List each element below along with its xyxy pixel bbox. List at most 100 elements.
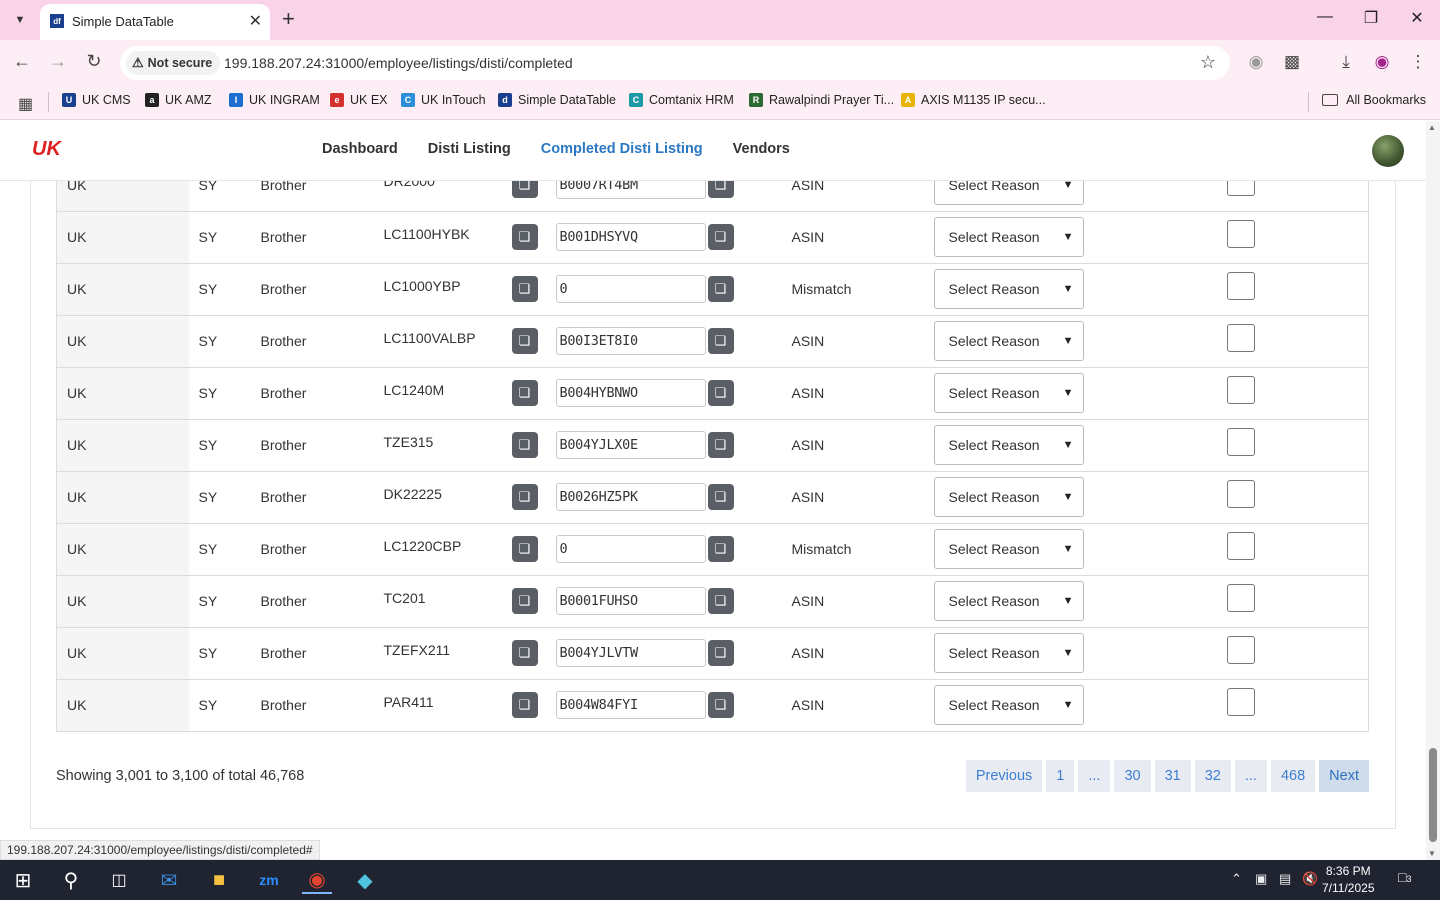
nav-dashboard[interactable]: Dashboard [322, 141, 398, 157]
bookmark-item[interactable]: d Simple DataTable [498, 93, 616, 107]
volume-muted-icon[interactable]: 🔇 [1302, 871, 1318, 887]
page-button-32[interactable]: 32 [1194, 760, 1231, 792]
nav-vendors[interactable]: Vendors [733, 141, 790, 157]
bookmark-item[interactable]: R Rawalpindi Prayer Ti... [749, 93, 894, 107]
asin-input[interactable]: B001DHSYVQ [555, 223, 706, 251]
copy-part-icon[interactable]: ❏ [511, 432, 538, 458]
scroll-down-icon[interactable]: ▼ [1428, 849, 1436, 858]
security-chip[interactable]: ⚠ Not secure [126, 51, 221, 75]
translate-icon[interactable]: ◉ [1244, 52, 1268, 72]
bookmark-item[interactable]: a UK AMZ [145, 93, 212, 107]
back-icon[interactable]: ← [10, 51, 34, 72]
reason-select[interactable]: Select Reason ▼ [933, 477, 1084, 517]
copy-asin-icon[interactable]: ❏ [707, 640, 734, 666]
new-tab-icon[interactable]: + [282, 7, 295, 31]
row-checkbox[interactable] [1226, 688, 1255, 716]
asin-input[interactable]: B004YJLVTW [555, 639, 706, 667]
copy-asin-icon[interactable]: ❏ [707, 692, 734, 718]
windows-start-icon[interactable]: ⊞ [8, 866, 38, 894]
forward-icon[interactable]: → [46, 51, 70, 72]
asin-input[interactable]: B00I3ET8I0 [555, 327, 706, 355]
file-explorer-icon[interactable]: ■ [204, 866, 234, 894]
copy-asin-icon[interactable]: ❏ [707, 328, 734, 354]
notifications-icon[interactable]: □3 [1398, 869, 1411, 885]
copy-asin-icon[interactable]: ❏ [707, 380, 734, 406]
app-diamond-icon[interactable]: ◆ [350, 866, 380, 894]
reason-select[interactable]: Select Reason ▼ [933, 425, 1084, 465]
page-button-31[interactable]: 31 [1154, 760, 1191, 792]
scroll-thumb[interactable] [1429, 748, 1437, 842]
reload-icon[interactable]: ↻ [82, 51, 106, 72]
tray-chevron-icon[interactable]: ⌃ [1231, 871, 1242, 887]
page-button-30[interactable]: 30 [1114, 760, 1151, 792]
outlook-icon[interactable]: ✉ [154, 866, 184, 894]
user-avatar[interactable] [1372, 135, 1404, 167]
all-bookmarks-button[interactable]: All Bookmarks [1322, 93, 1426, 107]
row-checkbox[interactable] [1226, 428, 1255, 456]
bookmark-item[interactable]: U UK CMS [62, 93, 131, 107]
download-icon[interactable]: ⤓ [1334, 52, 1358, 72]
reason-select[interactable]: Select Reason ▼ [933, 321, 1084, 361]
page-button-next[interactable]: Next [1319, 760, 1369, 792]
page-scrollbar[interactable]: ▲ ▼ [1426, 121, 1440, 860]
copy-asin-icon[interactable]: ❏ [707, 588, 734, 614]
row-checkbox[interactable] [1226, 636, 1255, 664]
reason-select[interactable]: Select Reason ▼ [933, 633, 1084, 673]
reason-select[interactable]: Select Reason ▼ [933, 373, 1084, 413]
chrome-icon[interactable]: ◉ [302, 866, 332, 894]
copy-part-icon[interactable]: ❏ [511, 692, 538, 718]
asin-input[interactable]: B0026HZ5PK [555, 483, 706, 511]
row-checkbox[interactable] [1226, 532, 1255, 560]
row-checkbox[interactable] [1226, 376, 1255, 404]
copy-part-icon[interactable]: ❏ [511, 588, 538, 614]
reason-select[interactable]: Select Reason ▼ [933, 181, 1084, 205]
row-checkbox[interactable] [1226, 480, 1255, 508]
url-text[interactable]: 199.188.207.24:31000/employee/listings/d… [224, 55, 573, 71]
maximize-icon[interactable]: ❐ [1359, 8, 1383, 28]
asin-input[interactable]: B004W84FYI [555, 691, 706, 719]
row-checkbox[interactable] [1226, 272, 1255, 300]
asin-input[interactable]: 0 [555, 535, 706, 563]
row-checkbox[interactable] [1226, 324, 1255, 352]
system-clock[interactable]: 8:36 PM 7/11/2025 [1322, 863, 1375, 897]
minimize-icon[interactable]: — [1313, 8, 1337, 26]
page-button-previous[interactable]: Previous [965, 760, 1043, 792]
copy-asin-icon[interactable]: ❏ [707, 432, 734, 458]
scroll-up-icon[interactable]: ▲ [1428, 123, 1436, 132]
copy-part-icon[interactable]: ❏ [511, 276, 538, 302]
address-bar[interactable]: ⚠ Not secure 199.188.207.24:31000/employ… [120, 46, 1230, 80]
copy-asin-icon[interactable]: ❏ [707, 181, 734, 198]
asin-input[interactable]: B0001FUHSO [555, 587, 706, 615]
bookmark-item[interactable]: A AXIS M1135 IP secu... [901, 93, 1046, 107]
copy-part-icon[interactable]: ❏ [511, 380, 538, 406]
close-tab-icon[interactable]: ✕ [249, 11, 262, 31]
browser-tab[interactable]: df Simple DataTable ✕ [40, 4, 270, 40]
row-checkbox[interactable] [1226, 220, 1255, 248]
window-close-icon[interactable]: ✕ [1405, 8, 1429, 28]
bookmark-item[interactable]: e UK EX [330, 93, 388, 107]
reason-select[interactable]: Select Reason ▼ [933, 269, 1084, 309]
reason-select[interactable]: Select Reason ▼ [933, 685, 1084, 725]
extensions-icon[interactable]: ▩ [1280, 52, 1304, 72]
copy-asin-icon[interactable]: ❏ [707, 536, 734, 562]
bookmark-star-icon[interactable]: ☆ [1200, 52, 1216, 73]
asin-input[interactable]: B004YJLX0E [555, 431, 706, 459]
menu-icon[interactable]: ⋮ [1406, 52, 1430, 72]
tab-search-button[interactable]: ▼ [8, 8, 32, 32]
tray-meet-icon[interactable]: ▣ [1255, 871, 1267, 887]
copy-part-icon[interactable]: ❏ [511, 181, 538, 198]
page-button-1[interactable]: 1 [1046, 760, 1075, 792]
asin-input[interactable]: B004HYBNWO [555, 379, 706, 407]
nav-disti-listing[interactable]: Disti Listing [428, 141, 511, 157]
copy-part-icon[interactable]: ❏ [511, 640, 538, 666]
copy-asin-icon[interactable]: ❏ [707, 224, 734, 250]
profile-icon[interactable]: ◉ [1370, 52, 1394, 72]
copy-asin-icon[interactable]: ❏ [707, 484, 734, 510]
network-icon[interactable]: ▤ [1279, 871, 1291, 887]
copy-part-icon[interactable]: ❏ [511, 224, 538, 250]
reason-select[interactable]: Select Reason ▼ [933, 529, 1084, 569]
copy-asin-icon[interactable]: ❏ [707, 276, 734, 302]
bookmark-item[interactable]: C Comtanix HRM [629, 93, 734, 107]
reason-select[interactable]: Select Reason ▼ [933, 217, 1084, 257]
asin-input[interactable]: B0007RT4BM [555, 181, 706, 199]
